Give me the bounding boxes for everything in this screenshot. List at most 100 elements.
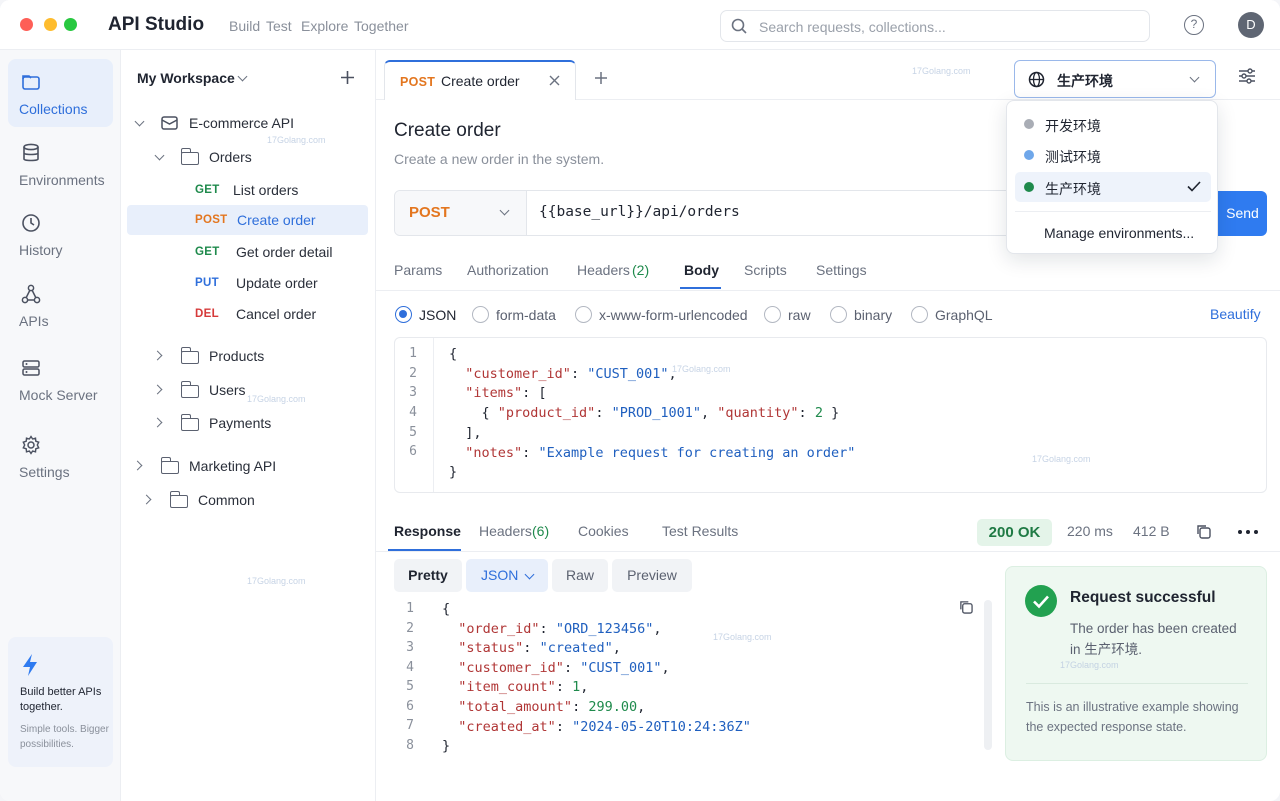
add-icon[interactable]: [340, 70, 355, 85]
divider: [1015, 211, 1211, 212]
tab-cookies[interactable]: Cookies: [578, 523, 629, 539]
format-raw-button[interactable]: Raw: [552, 559, 608, 592]
close-window-button[interactable]: [20, 18, 33, 31]
search-icon: [731, 18, 747, 34]
gutter-divider: [433, 338, 434, 492]
rail-item-apis[interactable]: APIs: [8, 271, 113, 339]
collection-tree: My Workspace E-commerce API Orders GET L…: [121, 50, 376, 801]
copy-icon[interactable]: [1196, 524, 1211, 539]
tab-settings[interactable]: Settings: [816, 262, 867, 278]
environment-select[interactable]: 生产环境: [1014, 60, 1216, 98]
tree-folder-orders[interactable]: Orders: [121, 142, 376, 172]
format-preview-button[interactable]: Preview: [612, 559, 692, 592]
tree-folder-products[interactable]: Products: [121, 341, 376, 371]
tree-request[interactable]: DEL Cancel order: [121, 299, 376, 329]
folder-icon: [169, 491, 188, 508]
rail-item-mock-server[interactable]: Mock Server: [8, 345, 113, 413]
tree-request[interactable]: PUT Update order: [121, 268, 376, 298]
tree-request-selected[interactable]: POST Create order: [127, 205, 368, 235]
line-number: 2: [409, 366, 417, 381]
scrollbar[interactable]: [984, 600, 992, 750]
tree-collection-ecommerce[interactable]: E-commerce API: [121, 108, 376, 138]
manage-environments-link[interactable]: Manage environments...: [1044, 225, 1194, 241]
url-input[interactable]: {{base_url}}/api/orders: [539, 204, 740, 220]
promo-subtitle: Simple tools. Bigger possibilities.: [20, 724, 109, 750]
menu-build[interactable]: Build: [229, 18, 260, 34]
sliders-icon[interactable]: [1238, 68, 1256, 84]
send-button[interactable]: Send: [1214, 191, 1267, 236]
chevron-right-icon: [152, 350, 163, 361]
watermark: 17Golang.com: [672, 364, 731, 374]
menu-explore[interactable]: Explore: [301, 18, 348, 34]
env-option-prod[interactable]: 生产环境: [1015, 172, 1211, 202]
radio-graphql[interactable]: [911, 306, 928, 323]
tab-params[interactable]: Params: [394, 262, 442, 278]
watermark: 17Golang.com: [713, 632, 772, 642]
radio-label: x-www-form-urlencoded: [599, 307, 748, 323]
minimize-window-button[interactable]: [44, 18, 57, 31]
tree-request[interactable]: GET Get order detail: [121, 237, 376, 267]
radio-form-data[interactable]: [472, 306, 489, 323]
response-tab-bar: Response Headers (6) Cookies Test Result…: [376, 510, 1280, 552]
line-number: 5: [406, 679, 414, 694]
line-number: 1: [409, 346, 417, 361]
format-pretty-button[interactable]: Pretty: [394, 559, 462, 592]
tree-label: Update order: [236, 275, 318, 291]
collection-icon: [161, 116, 178, 130]
method-badge: PUT: [195, 277, 219, 289]
tree-folder-payments[interactable]: Payments: [121, 408, 376, 438]
tab-headers[interactable]: Headers: [577, 262, 630, 278]
menu-together[interactable]: Together: [354, 18, 408, 34]
rail-item-collections[interactable]: Collections: [8, 59, 113, 127]
search-input[interactable]: Search requests, collections...: [720, 10, 1150, 42]
tab-scripts[interactable]: Scripts: [744, 262, 787, 278]
tab-test-results[interactable]: Test Results: [662, 523, 738, 539]
method-select[interactable]: POST: [395, 191, 527, 235]
new-tab-icon[interactable]: [594, 71, 608, 85]
response-time: 220 ms: [1067, 523, 1113, 539]
tab-body[interactable]: Body: [684, 262, 719, 278]
copy-icon[interactable]: [959, 600, 973, 614]
maximize-window-button[interactable]: [64, 18, 77, 31]
env-option-test[interactable]: 测试环境: [1015, 140, 1211, 170]
env-option-dev[interactable]: 开发环境: [1015, 109, 1211, 139]
rail-item-settings[interactable]: Settings: [8, 422, 113, 490]
radio-binary[interactable]: [830, 306, 847, 323]
workspace-name[interactable]: My Workspace: [137, 70, 235, 86]
radio-raw[interactable]: [764, 306, 781, 323]
format-json-select[interactable]: JSON: [466, 559, 548, 592]
tree-collection-common[interactable]: Common: [121, 485, 376, 515]
more-icon[interactable]: [1238, 530, 1258, 534]
line-number: 1: [406, 601, 414, 616]
chevron-right-icon: [152, 417, 163, 428]
help-icon[interactable]: ?: [1184, 15, 1204, 35]
success-title: Request successful: [1070, 589, 1216, 606]
avatar[interactable]: D: [1238, 12, 1264, 38]
response-body-viewer[interactable]: 1 2 3 4 5 6 7 8 { "order_id": "ORD_12345…: [376, 598, 996, 768]
database-icon: [23, 143, 39, 162]
status-dot: [1024, 150, 1034, 160]
tab-response[interactable]: Response: [394, 523, 461, 539]
tree-request[interactable]: GET List orders: [121, 175, 376, 205]
chevron-right-icon: [152, 384, 163, 395]
request-body-editor[interactable]: 1 2 3 4 5 6 { "customer_id": "CUST_001",…: [394, 337, 1267, 493]
tab-create-order[interactable]: POST Create order: [384, 60, 576, 100]
rail-label: History: [19, 242, 63, 258]
title-bar: API Studio Build Test Explore Together S…: [0, 0, 1280, 50]
request-title: Create order: [394, 120, 501, 141]
radio-json[interactable]: [395, 306, 412, 323]
tree-collection-marketing[interactable]: Marketing API: [121, 451, 376, 481]
radio-urlencoded[interactable]: [575, 306, 592, 323]
menu-test[interactable]: Test: [266, 18, 292, 34]
rail-item-environments[interactable]: Environments: [8, 130, 113, 198]
tab-authorization[interactable]: Authorization: [467, 262, 549, 278]
watermark: 17Golang.com: [912, 66, 971, 76]
radio-label: raw: [788, 307, 811, 323]
beautify-link[interactable]: Beautify: [1210, 306, 1261, 322]
chevron-down-icon[interactable]: [237, 71, 248, 82]
rail-item-history[interactable]: History: [8, 200, 113, 268]
tab-response-headers[interactable]: Headers: [479, 523, 532, 539]
watermark: 17Golang.com: [1060, 660, 1119, 670]
gear-icon: [22, 435, 40, 455]
close-icon[interactable]: [549, 75, 560, 86]
